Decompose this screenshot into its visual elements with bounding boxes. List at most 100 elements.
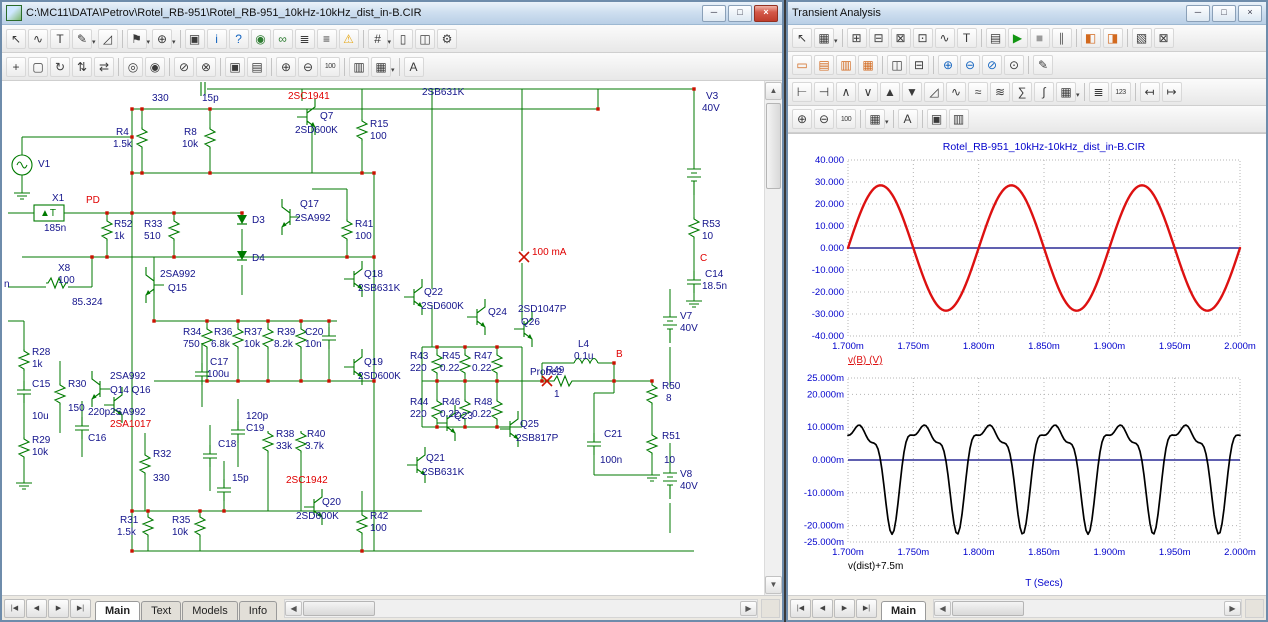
- dropdown-arrow-icon[interactable]: ▾: [1076, 91, 1080, 99]
- plot-area[interactable]: Rotel_RB-951_10kHz-10kHz_dist_in-B.CIR40…: [788, 133, 1266, 595]
- tokens-icon[interactable]: ▧: [1132, 28, 1152, 48]
- vertical-scrollbar[interactable]: ▲ ▼: [764, 81, 782, 595]
- grid-menu-icon[interactable]: ▦: [865, 109, 885, 129]
- camera-icon[interactable]: ▥: [349, 57, 369, 77]
- tile-horizontal-icon[interactable]: ◫: [887, 55, 907, 75]
- zoom-window-icon[interactable]: ⊞: [847, 28, 867, 48]
- tab-main[interactable]: Main: [95, 601, 140, 620]
- dropdown-arrow-icon[interactable]: ▾: [388, 38, 392, 46]
- horizontal-scroll-thumb[interactable]: [952, 601, 1024, 616]
- maximize-button[interactable]: □: [1212, 5, 1236, 22]
- last-page-button[interactable]: ▶|: [856, 599, 877, 618]
- cursor-mode-icon[interactable]: ⊡: [913, 28, 933, 48]
- valley-icon[interactable]: ∨: [858, 82, 878, 102]
- font-icon[interactable]: A: [898, 109, 918, 129]
- text-icon[interactable]: T: [50, 29, 70, 49]
- tab-text[interactable]: Text: [141, 601, 181, 620]
- two-plots-icon[interactable]: ▤: [814, 55, 834, 75]
- previous-page-button[interactable]: ◀: [26, 599, 47, 618]
- horizontal-scrollbar[interactable]: ◀ ▶: [933, 599, 1242, 618]
- magnify-off-icon[interactable]: ⊘: [982, 55, 1002, 75]
- magnify-in-icon[interactable]: ⊕: [938, 55, 958, 75]
- diagonal-wire-icon[interactable]: ◿: [98, 29, 118, 49]
- schematic-titlebar[interactable]: C:\MC11\DATA\Petrov\Rotel_RB-951\Rotel_R…: [2, 2, 782, 25]
- graphics-icon[interactable]: ✎: [72, 29, 92, 49]
- page-icon[interactable]: ▯: [393, 29, 413, 49]
- paste-icon[interactable]: ▤: [247, 57, 267, 77]
- magnify-out-icon[interactable]: ⊖: [960, 55, 980, 75]
- minimize-button[interactable]: ─: [1186, 5, 1210, 22]
- previous-page-button[interactable]: ◀: [812, 599, 833, 618]
- ruler-icon[interactable]: ◨: [1103, 28, 1123, 48]
- select-box-icon[interactable]: ▢: [28, 57, 48, 77]
- zoom-out-icon[interactable]: ⊖: [814, 109, 834, 129]
- dropdown-arrow-icon[interactable]: ▾: [147, 38, 151, 46]
- scope-icon[interactable]: ▦: [814, 28, 834, 48]
- browse-icon[interactable]: ◉: [251, 29, 271, 49]
- calculator-icon[interactable]: 123: [1111, 82, 1131, 102]
- global-low-icon[interactable]: ≋: [990, 82, 1010, 102]
- select-icon[interactable]: ↖: [792, 28, 812, 48]
- dropdown-arrow-icon[interactable]: ▾: [834, 37, 838, 45]
- prev-point-icon[interactable]: ⊣: [814, 82, 834, 102]
- run-icon[interactable]: ▶: [1008, 28, 1028, 48]
- tile-vertical-icon[interactable]: ⊟: [909, 55, 929, 75]
- tab-main[interactable]: Main: [881, 601, 926, 620]
- scroll-left-icon[interactable]: ◀: [285, 601, 302, 616]
- dropdown-arrow-icon[interactable]: ▾: [885, 118, 889, 126]
- split-view-icon[interactable]: ◫: [415, 29, 435, 49]
- flip-horizontal-icon[interactable]: ⇄: [94, 57, 114, 77]
- cursor-left-icon[interactable]: ↤: [1140, 82, 1160, 102]
- copy-page-icon[interactable]: ▥: [949, 109, 969, 129]
- zoom-100-icon[interactable]: 100: [836, 109, 856, 129]
- stop-box-icon[interactable]: ⊗: [196, 57, 216, 77]
- help-icon[interactable]: ?: [229, 29, 249, 49]
- horizontal-scroll-thumb[interactable]: [303, 601, 375, 616]
- scroll-left-icon[interactable]: ◀: [934, 601, 951, 616]
- dropdown-arrow-icon[interactable]: ▾: [172, 38, 176, 46]
- schematic-canvas[interactable]: 33015p2SC19412SB631KV340VQ72SD600KR15100…: [2, 81, 764, 595]
- zoom-in-icon[interactable]: ⊕: [276, 57, 296, 77]
- text-tag-icon[interactable]: T: [957, 28, 977, 48]
- inflection-icon[interactable]: ∿: [946, 82, 966, 102]
- info-icon[interactable]: i: [207, 29, 227, 49]
- analysis-titlebar[interactable]: Transient Analysis ─ □ ×: [788, 2, 1266, 25]
- list-icon[interactable]: ≣: [1089, 82, 1109, 102]
- peak-icon[interactable]: ∧: [836, 82, 856, 102]
- exit-analysis-icon[interactable]: ⊠: [1154, 28, 1174, 48]
- zoom-out-icon[interactable]: ⊖: [298, 57, 318, 77]
- flag-icon[interactable]: ⚑: [127, 29, 147, 49]
- horizontal-scrollbar[interactable]: ◀ ▶: [284, 599, 758, 618]
- last-page-button[interactable]: ▶|: [70, 599, 91, 618]
- point-tag-icon[interactable]: ∿: [935, 28, 955, 48]
- grid-text-icon[interactable]: #: [368, 29, 388, 49]
- warning-icon[interactable]: ⚠: [339, 29, 359, 49]
- find-icon[interactable]: ◎: [123, 57, 143, 77]
- annotate-icon[interactable]: ✎: [1033, 55, 1053, 75]
- copy-icon[interactable]: ▣: [225, 57, 245, 77]
- preferences-icon[interactable]: ⚙: [437, 29, 457, 49]
- copy-icon[interactable]: ▣: [927, 109, 947, 129]
- one-plot-icon[interactable]: ▭: [792, 55, 812, 75]
- scroll-down-icon[interactable]: ▼: [765, 576, 782, 594]
- next-page-button[interactable]: ▶: [48, 599, 69, 618]
- pan-icon[interactable]: +: [6, 57, 26, 77]
- pause-icon[interactable]: ∥: [1052, 28, 1072, 48]
- waveform-menu-icon[interactable]: ▦: [1056, 82, 1076, 102]
- grid-display-icon[interactable]: ▦: [371, 57, 391, 77]
- flip-vertical-icon[interactable]: ⇅: [72, 57, 92, 77]
- tab-models[interactable]: Models: [182, 601, 237, 620]
- data-points-icon[interactable]: ◧: [1081, 28, 1101, 48]
- link-icon[interactable]: ∞: [273, 29, 293, 49]
- component-icon[interactable]: ⊕: [152, 29, 172, 49]
- close-button[interactable]: ×: [1238, 5, 1262, 22]
- stop-icon[interactable]: ■: [1030, 28, 1050, 48]
- next-page-button[interactable]: ▶: [834, 599, 855, 618]
- bus-icon[interactable]: ≡: [317, 29, 337, 49]
- scroll-right-icon[interactable]: ▶: [740, 601, 757, 616]
- step-box-icon[interactable]: ⊘: [174, 57, 194, 77]
- autoscale-icon[interactable]: ⊙: [1004, 55, 1024, 75]
- global-high-icon[interactable]: ≈: [968, 82, 988, 102]
- integral-icon[interactable]: ∫: [1034, 82, 1054, 102]
- scroll-right-icon[interactable]: ▶: [1224, 601, 1241, 616]
